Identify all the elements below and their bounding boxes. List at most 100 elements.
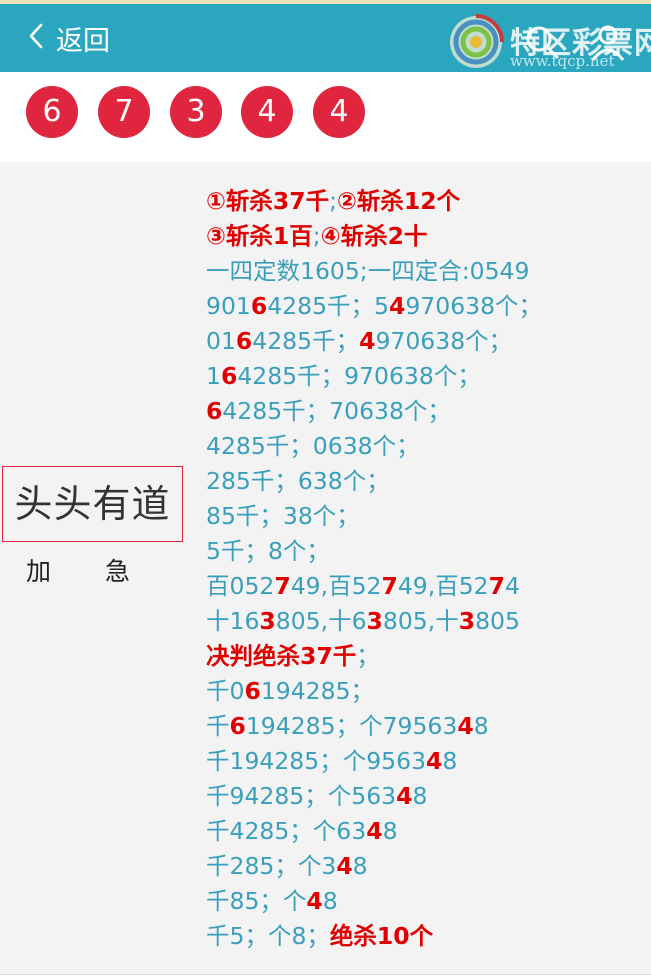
prediction-line: 百052749,百52749,百5274 — [206, 569, 651, 604]
highlight-text: 7 — [274, 572, 291, 600]
highlight-text: ④斩杀2十 — [320, 222, 428, 250]
prediction-line: 千4285；个6348 — [206, 814, 651, 849]
line-text: 千4285；个63 — [206, 817, 367, 845]
highlight-text: ①斩杀37千 — [206, 187, 330, 215]
result-ball: 3 — [170, 86, 222, 138]
highlight-text: ③斩杀1百 — [206, 222, 313, 250]
highlight-text: ②斩杀12个 — [337, 187, 461, 215]
line-text: 805,十6 — [275, 607, 367, 635]
line-text: 805,十 — [382, 607, 459, 635]
line-text: 4285千；70638个； — [222, 397, 451, 425]
prediction-line: 千285；个348 — [206, 849, 651, 884]
prediction-line: 85千；38个； — [206, 499, 651, 534]
line-text: 千5；个8； — [206, 922, 330, 950]
highlight-text: 4 — [426, 747, 443, 775]
result-ball: 6 — [26, 86, 78, 138]
prediction-line: 64285千；70638个； — [206, 394, 651, 429]
line-text: 4285千； — [252, 327, 360, 355]
highlight-text: 6 — [250, 292, 268, 320]
line-text: 百052 — [206, 572, 275, 600]
highlight-text: 4 — [306, 887, 323, 915]
line-text: 8 — [382, 817, 398, 845]
site-logo: 特区彩票网 www.tqcp.net — [448, 14, 651, 74]
prediction-line: ③斩杀1百;④斩杀2十 — [206, 219, 651, 254]
line-text: 1 — [206, 362, 221, 390]
header-bar: 返回 特区彩票网 www.tqcp.net — [0, 4, 651, 72]
sidebar-title: 头头有道 — [2, 466, 183, 542]
line-text: 4285千；5 — [267, 292, 389, 320]
prediction-line: 千94285；个56348 — [206, 779, 651, 814]
line-text: 285千；638个； — [206, 467, 390, 495]
prediction-line: 千85；个48 — [206, 884, 651, 919]
prediction-line: 0164285千；4970638个； — [206, 324, 651, 359]
line-text: 194285； — [260, 677, 375, 705]
line-text: 194285；个79563 — [245, 712, 458, 740]
result-ball: 7 — [98, 86, 150, 138]
line-text: 8 — [442, 747, 458, 775]
highlight-text: 6 — [235, 327, 253, 355]
prediction-line: ①斩杀37千;②斩杀12个 — [206, 184, 651, 219]
line-text: 49,百52 — [397, 572, 489, 600]
highlight-text: 4 — [366, 817, 383, 845]
highlight-text: 3 — [366, 607, 383, 635]
line-text: 970638个； — [375, 327, 513, 355]
prediction-line: 4285千；0638个； — [206, 429, 651, 464]
prediction-line: 一四定数1605;一四定合:0549 — [206, 254, 651, 289]
prediction-line: 5千；8个； — [206, 534, 651, 569]
line-text: 85千；38个； — [206, 502, 360, 530]
prediction-line: 决判绝杀37千； — [206, 639, 651, 674]
bottom-divider — [0, 974, 651, 980]
line-text: 一四定数1605;一四定合:0549 — [206, 257, 530, 285]
line-text: 49,百52 — [290, 572, 382, 600]
highlight-text: 4 — [396, 782, 413, 810]
line-text: 千0 — [206, 677, 245, 705]
highlight-text: 绝杀10个 — [329, 922, 434, 950]
result-balls: 6 7 3 4 4 — [0, 72, 651, 162]
prediction-line: 千194285；个956348 — [206, 744, 651, 779]
highlight-text: 7 — [381, 572, 398, 600]
highlight-text: 4 — [388, 292, 406, 320]
line-text: ; — [329, 187, 338, 215]
prediction-line: 千5；个8；绝杀10个 — [206, 919, 651, 954]
line-text: 5千；8个； — [206, 537, 330, 565]
back-button[interactable]: 返回 — [26, 18, 110, 58]
urgent-tag-right: 急 — [105, 557, 131, 586]
prediction-line: 90164285千；54970638个； — [206, 289, 651, 324]
result-ball: 4 — [313, 86, 365, 138]
line-text: 4 — [505, 572, 520, 600]
line-text: 千 — [206, 712, 230, 740]
highlight-text: 4 — [457, 712, 474, 740]
line-text: 970638个； — [405, 292, 543, 320]
line-text: 01 — [206, 327, 236, 355]
line-text: 千194285；个9563 — [206, 747, 427, 775]
prediction-line: 十163805,十63805,十3805 — [206, 604, 651, 639]
highlight-text: 4 — [359, 327, 376, 355]
prediction-lines: ①斩杀37千;②斩杀12个 ③斩杀1百;④斩杀2十 一四定数1605;一四定合:05… — [206, 184, 651, 954]
line-text: ; — [312, 222, 321, 250]
line-text: 8 — [473, 712, 489, 740]
prediction-line: 164285千；970638个； — [206, 359, 651, 394]
highlight-text: 6 — [220, 362, 238, 390]
line-text: 8 — [412, 782, 428, 810]
line-text: 8 — [322, 887, 338, 915]
line-text: 千94285；个563 — [206, 782, 397, 810]
line-text: 8 — [352, 852, 368, 880]
line-text: 4285千；0638个； — [206, 432, 420, 460]
highlight-text: 3 — [259, 607, 276, 635]
highlight-text: 7 — [488, 572, 505, 600]
result-ball: 4 — [241, 86, 293, 138]
highlight-text: 4 — [336, 852, 353, 880]
line-text: 千285；个3 — [206, 852, 337, 880]
prediction-line: 285千；638个； — [206, 464, 651, 499]
content-panel: 头头有道 加 急 ①斩杀37千;②斩杀12个 ③斩杀1百;④斩杀2十 一四定数160… — [0, 162, 651, 974]
back-label: 返回 — [56, 25, 110, 57]
line-text: 4285千；970638个； — [237, 362, 481, 390]
line-text: ； — [356, 642, 380, 670]
highlight-text: 6 — [244, 677, 261, 705]
highlight-text: 3 — [458, 607, 476, 635]
line-text: 十16 — [206, 607, 260, 635]
prediction-line: 千6194285；个7956348 — [206, 709, 651, 744]
line-text: 千85；个 — [206, 887, 307, 915]
urgent-tag-left: 加 — [26, 557, 52, 586]
line-text: 805 — [475, 607, 520, 635]
